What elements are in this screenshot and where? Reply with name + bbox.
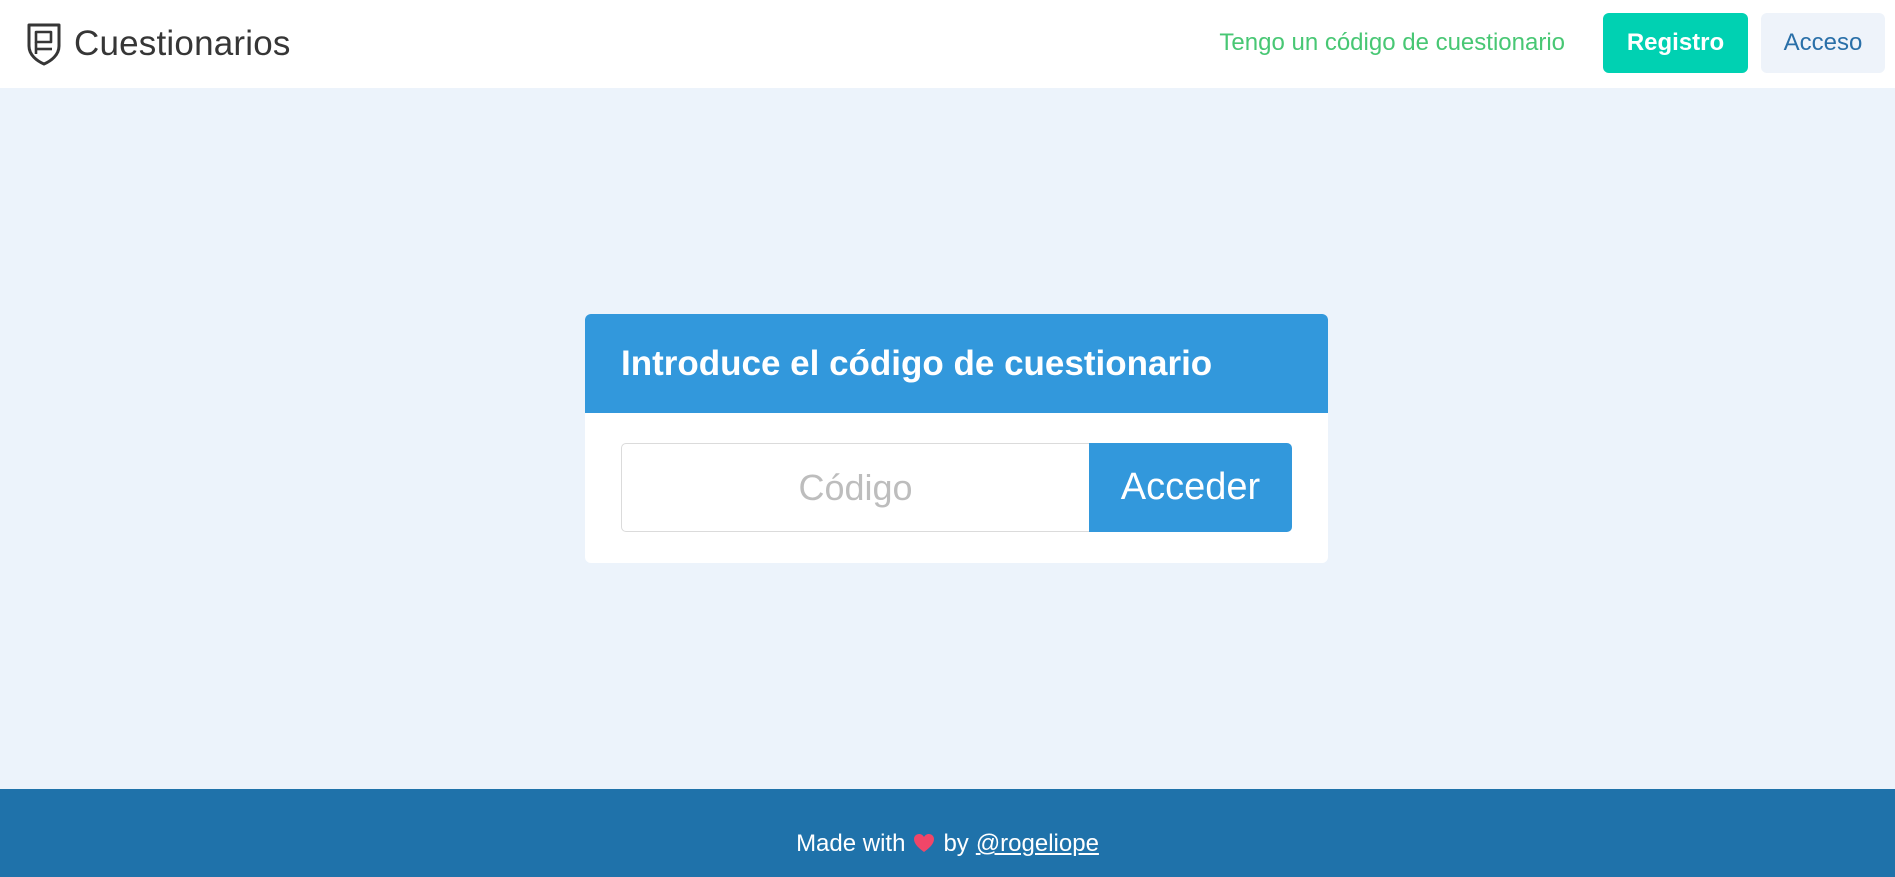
footer-prefix: Made with: [796, 830, 906, 857]
card-header: Introduce el código de cuestionario: [585, 314, 1328, 413]
footer-by: by: [943, 830, 969, 857]
brand-home-link[interactable]: Cuestionarios: [26, 20, 291, 68]
page-footer: Made with by @rogeliope: [0, 789, 1895, 877]
access-button[interactable]: Acceder: [1089, 443, 1292, 532]
navbar-actions: Tengo un código de cuestionario Registro…: [1219, 13, 1885, 73]
card-title: Introduce el código de cuestionario: [621, 343, 1213, 383]
footer-credit: Made with by @rogeliope: [796, 830, 1099, 858]
author-link[interactable]: @rogeliope: [976, 830, 1099, 858]
card-body: Acceder: [585, 413, 1328, 563]
shield-logo-icon: [26, 22, 62, 66]
quiz-code-card: Introduce el código de cuestionario Acce…: [585, 314, 1328, 563]
heart-icon: [913, 831, 935, 857]
brand-title: Cuestionarios: [74, 24, 291, 63]
register-button[interactable]: Registro: [1603, 13, 1748, 73]
login-button[interactable]: Acceso: [1761, 13, 1885, 73]
top-navbar: Cuestionarios Tengo un código de cuestio…: [0, 0, 1895, 88]
quiz-code-link[interactable]: Tengo un código de cuestionario: [1219, 29, 1565, 57]
quiz-code-input[interactable]: [621, 443, 1090, 532]
